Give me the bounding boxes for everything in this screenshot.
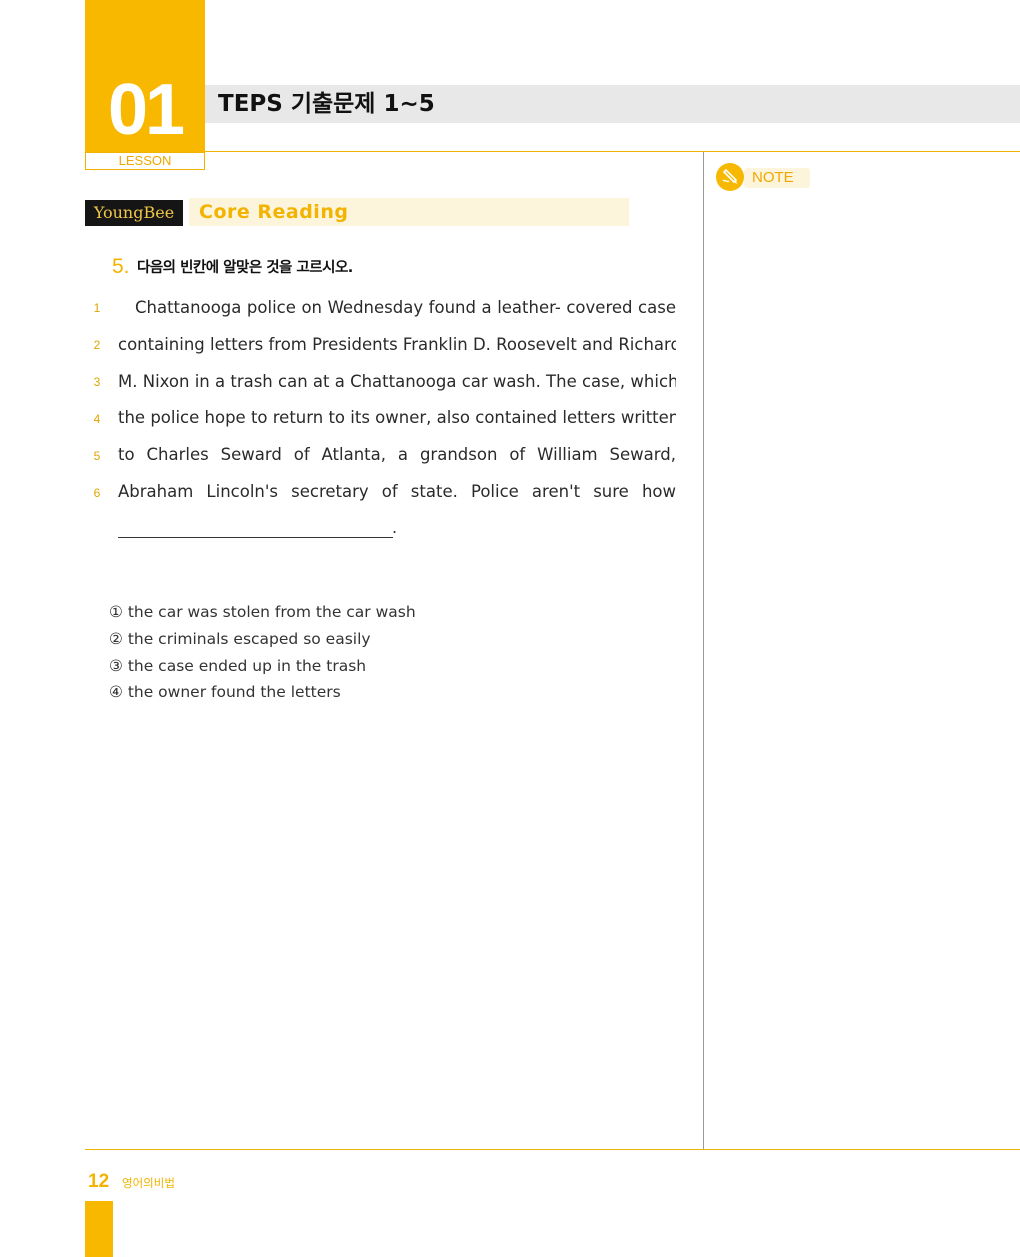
- note-divider: [703, 152, 704, 1149]
- question-number: 5.: [112, 255, 130, 278]
- question-instruction: 다음의 빈칸에 알맞은 것을 고르시오.: [137, 260, 353, 276]
- lesson-number: 01: [107, 70, 185, 150]
- note-label: NOTE: [752, 169, 794, 186]
- option-1[interactable]: ① the car was stolen from the car wash: [109, 600, 416, 624]
- passage-line: Chattanooga police on Wednesday found a …: [135, 298, 676, 317]
- lesson-label: LESSON: [85, 152, 205, 170]
- passage-line: M. Nixon in a trash can at a Chattanooga…: [118, 372, 676, 391]
- line-number: 1: [93, 301, 101, 315]
- section-title: Core Reading: [199, 201, 349, 223]
- passage-line: containing letters from Presidents Frank…: [118, 335, 676, 354]
- option-2[interactable]: ② the criminals escaped so easily: [109, 627, 371, 651]
- blank-period: .: [392, 518, 398, 537]
- line-number: 4: [93, 412, 101, 426]
- passage-line: Abraham Lincoln's secretary of state. Po…: [118, 482, 676, 501]
- answer-blank: [118, 537, 393, 538]
- pencil-icon: [716, 163, 744, 191]
- option-4[interactable]: ④ the owner found the letters: [109, 680, 341, 704]
- youngbee-badge: YoungBee: [85, 200, 183, 226]
- book-title: 영어의비법: [122, 1176, 175, 1190]
- line-number: 3: [93, 375, 101, 389]
- footer-block: [85, 1201, 113, 1257]
- line-number: 6: [93, 486, 101, 500]
- page-number: 12: [88, 1171, 110, 1192]
- line-number: 5: [93, 449, 101, 463]
- option-3[interactable]: ③ the case ended up in the trash: [109, 654, 366, 678]
- passage-line: the police hope to return to its owner, …: [118, 408, 676, 427]
- passage-line: to Charles Seward of Atlanta, a grandson…: [118, 445, 676, 464]
- footer-rule: [85, 1149, 1020, 1150]
- header-rule: [205, 151, 1020, 152]
- line-number: 2: [93, 338, 101, 352]
- page-title: TEPS 기출문제 1~5: [218, 91, 435, 117]
